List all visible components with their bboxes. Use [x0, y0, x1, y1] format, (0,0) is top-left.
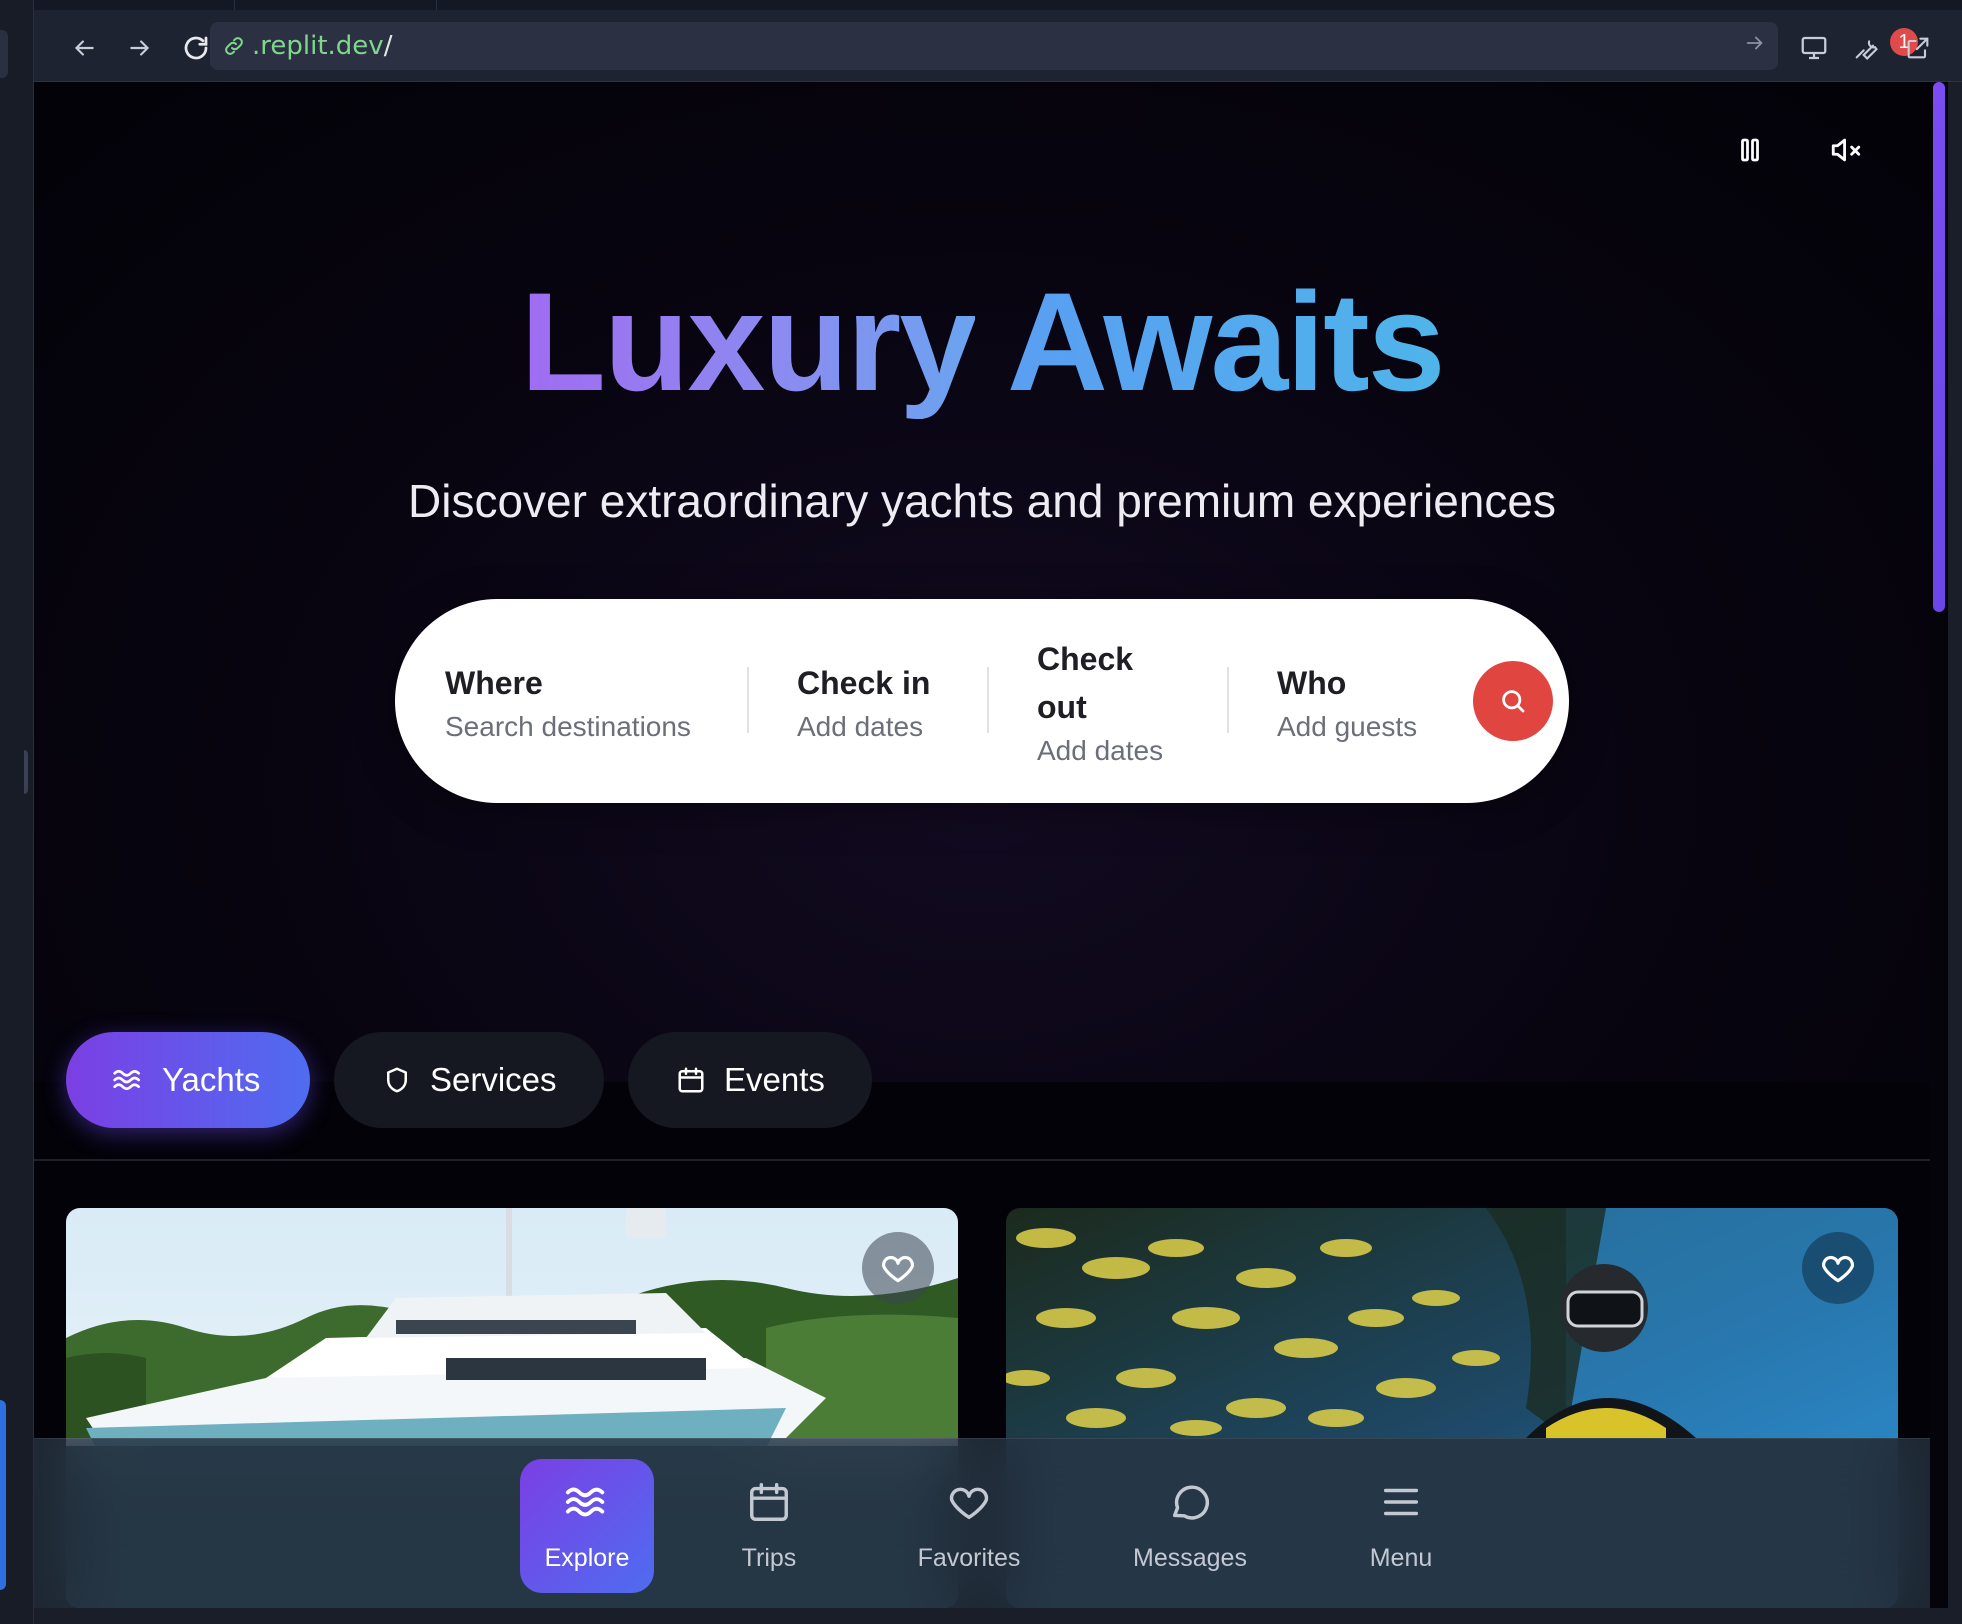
rail-active-indicator [0, 1400, 6, 1590]
checkout-label-line-2: out [1037, 689, 1087, 725]
url-path: / [383, 31, 393, 61]
app-window: .replit.dev/ 1 Luxury Awaits Discover ex [0, 0, 1962, 1624]
hero-title-word-1: Luxury [520, 263, 977, 420]
search-divider [1227, 667, 1229, 733]
nav-messages[interactable]: Messages [1110, 1459, 1270, 1593]
tab-strip [34, 0, 1962, 10]
devtools-button[interactable] [1846, 28, 1886, 68]
heart-icon [1822, 1255, 1854, 1283]
waves-icon [564, 1479, 610, 1532]
external-link-icon [1907, 37, 1929, 59]
browser-toolbar: .replit.dev/ 1 [34, 10, 1962, 82]
device-preview-button[interactable] [1794, 28, 1834, 68]
nav-trips[interactable]: Trips [702, 1459, 836, 1593]
link-icon [225, 37, 243, 55]
who-field[interactable]: Who Add guests [1277, 659, 1417, 747]
checkout-field[interactable]: Check out Add dates [1037, 635, 1163, 771]
mute-button[interactable] [1824, 128, 1868, 172]
calendar-icon [676, 1065, 706, 1095]
search-button[interactable] [1473, 661, 1553, 741]
heart-icon [946, 1479, 992, 1532]
wrench-icon [1855, 40, 1878, 60]
hero-title-word-2: Awaits [1006, 263, 1446, 420]
page-viewport: Luxury Awaits Discover extraordinary yac… [34, 82, 1930, 1608]
rail-marker [0, 30, 8, 78]
pause-icon [1741, 138, 1759, 162]
nav-label: Trips [741, 1544, 797, 1572]
reload-icon [184, 36, 208, 60]
volume-muted-icon [1831, 138, 1861, 162]
shield-icon [382, 1065, 412, 1095]
search-bar: Where Search destinations Check in Add d… [395, 599, 1569, 803]
tab-separator [234, 0, 235, 10]
nav-menu[interactable]: Menu [1336, 1459, 1466, 1593]
category-label: Services [430, 1061, 557, 1098]
search-divider [747, 667, 749, 733]
back-button[interactable] [64, 28, 104, 68]
category-tab-yachts[interactable]: Yachts [66, 1032, 310, 1128]
nav-explore[interactable]: Explore [520, 1459, 654, 1593]
favorite-button[interactable] [862, 1232, 934, 1304]
heart-icon [882, 1255, 914, 1283]
forward-button[interactable] [120, 28, 160, 68]
nav-label: Menu [1369, 1544, 1433, 1572]
search-divider [987, 667, 989, 733]
section-divider [34, 1159, 1930, 1161]
where-placeholder: Search destinations [445, 711, 691, 742]
who-label: Who [1277, 665, 1347, 701]
nav-label: Favorites [917, 1544, 1021, 1572]
who-placeholder: Add guests [1277, 711, 1418, 742]
menu-icon [1378, 1479, 1424, 1532]
monitor-icon [1801, 36, 1827, 60]
hero-title: Luxury Awaits [34, 272, 1930, 412]
category-tab-services[interactable]: Services [334, 1032, 604, 1128]
category-tab-events[interactable]: Events [628, 1032, 872, 1128]
url-bar[interactable]: .replit.dev / [210, 22, 1778, 70]
pause-video-button[interactable] [1728, 128, 1772, 172]
favorite-button[interactable] [1802, 1232, 1874, 1304]
where-label: Where [445, 665, 543, 701]
checkin-placeholder: Add dates [797, 711, 924, 742]
nav-label: Explore [544, 1544, 630, 1572]
nav-favorites[interactable]: Favorites [894, 1459, 1044, 1593]
checkout-label-line-1: Check [1037, 641, 1134, 677]
hero-section [34, 82, 1930, 1082]
where-field[interactable]: Where Search destinations [445, 659, 691, 747]
nav-label: Messages [1133, 1544, 1247, 1572]
category-label: Yachts [162, 1061, 261, 1098]
message-icon [1167, 1479, 1213, 1532]
checkin-label: Check in [797, 665, 931, 701]
arrow-right-icon [130, 40, 150, 56]
go-button[interactable] [1744, 32, 1766, 59]
arrow-right-icon [1746, 36, 1763, 50]
bottom-navigation: Explore Trips Favorites Messages Menu [34, 1438, 1930, 1608]
calendar-icon [746, 1479, 792, 1532]
hero-subtitle: Discover extraordinary yachts and premiu… [408, 475, 1556, 527]
category-label: Events [724, 1061, 825, 1098]
scrollbar-thumb[interactable] [1933, 82, 1945, 612]
tab-separator [436, 0, 437, 10]
search-icon [1502, 690, 1525, 713]
resize-handle[interactable] [24, 750, 28, 794]
arrow-left-icon [74, 40, 94, 56]
editor-side-rail [0, 0, 34, 1624]
waves-icon [112, 1064, 144, 1096]
checkout-placeholder: Add dates [1037, 735, 1164, 766]
url-host: .replit.dev [252, 31, 384, 61]
checkin-field[interactable]: Check in Add dates [797, 659, 930, 747]
open-new-tab-button[interactable] [1898, 28, 1938, 68]
